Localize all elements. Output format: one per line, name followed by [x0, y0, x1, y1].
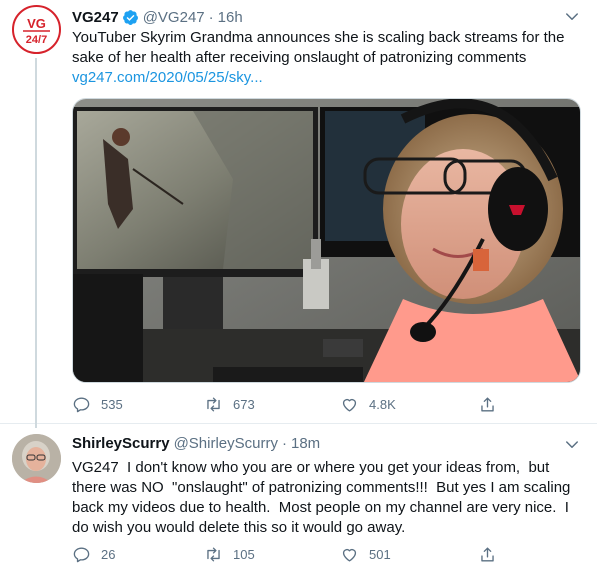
retweet-button[interactable]: 673	[204, 393, 255, 415]
chevron-down-icon[interactable]	[563, 8, 581, 26]
reply-count: 26	[101, 546, 116, 562]
avatar-shirleyscurry[interactable]	[12, 434, 61, 483]
author-name[interactable]: ShirleyScurry	[72, 435, 170, 452]
tweet-header: ShirleyScurry @ShirleyScurry · 18m	[72, 433, 557, 453]
tweet-actions: 26 105 501	[72, 543, 542, 565]
tweet-text: VG247 I don't know who you are or where …	[72, 458, 583, 538]
grandma-gaming-photo	[73, 99, 580, 382]
tweet-media-photo[interactable]	[72, 98, 581, 383]
thread-connector-line	[35, 58, 37, 428]
like-button[interactable]: 501	[340, 543, 391, 565]
reply-count: 535	[101, 396, 123, 412]
avatar-photo	[12, 434, 61, 483]
tweet-body: YouTuber Skyrim Grandma announces she is…	[72, 29, 565, 66]
share-button[interactable]	[478, 543, 507, 565]
share-button[interactable]	[478, 393, 507, 415]
retweet-button[interactable]: 105	[204, 543, 255, 565]
reply-icon	[73, 396, 90, 412]
author-handle[interactable]: @ShirleyScurry	[174, 435, 278, 452]
share-icon	[481, 546, 494, 562]
tweet-vg247[interactable]: VG 24/7 VG247 @VG247 · 16h YouTuber Skyr…	[0, 0, 597, 428]
retweet-count: 673	[233, 396, 255, 412]
reply-icon	[73, 546, 90, 562]
share-icon	[481, 396, 494, 412]
chevron-down-icon[interactable]	[563, 436, 581, 454]
like-count: 4.8K	[369, 396, 396, 412]
tweet-shirleyscurry[interactable]: ShirleyScurry @ShirleyScurry · 18m VG247…	[0, 424, 597, 583]
timestamp[interactable]: 16h	[218, 9, 243, 26]
tweet-text: YouTuber Skyrim Grandma announces she is…	[72, 28, 583, 88]
svg-text:VG: VG	[27, 16, 46, 31]
heart-icon	[342, 398, 357, 412]
like-count: 501	[369, 546, 391, 562]
author-handle[interactable]: @VG247	[143, 9, 205, 26]
like-button[interactable]: 4.8K	[340, 393, 396, 415]
vg247-logo-icon: VG 24/7	[23, 16, 50, 46]
retweet-icon	[207, 546, 220, 562]
article-link[interactable]: vg247.com/2020/05/25/sky...	[72, 68, 583, 88]
timestamp[interactable]: 18m	[291, 435, 320, 452]
verified-badge-icon	[122, 9, 138, 25]
tweet-header: VG247 @VG247 · 16h	[72, 7, 557, 27]
author-name[interactable]: VG247	[72, 9, 119, 26]
reply-button[interactable]: 535	[72, 393, 123, 415]
retweet-count: 105	[233, 546, 255, 562]
heart-icon	[342, 548, 357, 562]
reply-button[interactable]: 26	[72, 543, 115, 565]
tweet-body: VG247 I don't know who you are or where …	[72, 459, 575, 536]
tweet-actions: 535 673 4.8K	[72, 393, 542, 415]
retweet-icon	[207, 396, 220, 412]
separator-dot: ·	[208, 8, 214, 26]
avatar-vg247[interactable]: VG 24/7	[12, 5, 61, 54]
separator-dot: ·	[281, 434, 287, 452]
svg-text:24/7: 24/7	[26, 34, 47, 46]
